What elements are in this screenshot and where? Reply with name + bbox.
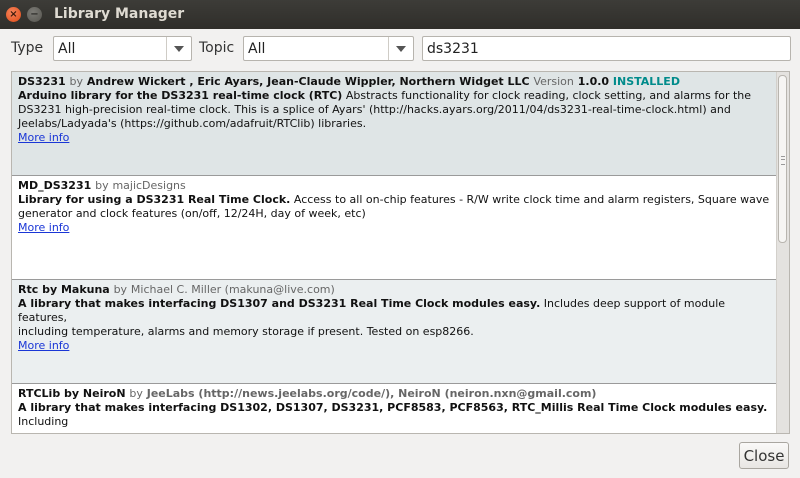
library-description: A library that makes interfacing DS1302,… — [18, 401, 771, 429]
topic-dropdown[interactable]: All — [243, 36, 414, 61]
library-item[interactable]: Rtc by Makuna by Michael C. Miller (maku… — [12, 280, 777, 384]
description-line: Jeelabs/Ladyada's (https://github.com/ad… — [18, 117, 367, 130]
title-bar: × − Library Manager — [0, 0, 800, 29]
library-description: Arduino library for the DS3231 real-time… — [18, 89, 771, 103]
description-line: Access to all on-chip features - R/W wri… — [290, 193, 770, 206]
library-header: Rtc by Makuna by Michael C. Miller (maku… — [18, 283, 771, 297]
by-label: by — [129, 387, 143, 400]
type-label: Type — [11, 40, 44, 56]
installed-badge: INSTALLED — [612, 75, 680, 88]
type-dropdown[interactable]: All — [53, 36, 192, 61]
scrollbar-thumb[interactable] — [778, 75, 787, 243]
library-name: Rtc by Makuna — [18, 283, 110, 296]
window-close-button[interactable]: × — [6, 7, 21, 22]
window-minimize-button[interactable]: − — [27, 7, 42, 22]
grip-icon — [781, 156, 785, 165]
more-info-link[interactable]: More info — [18, 339, 69, 352]
minimize-icon: − — [30, 9, 39, 20]
library-description: Library for using a DS3231 Real Time Clo… — [18, 193, 771, 207]
topic-label: Topic — [199, 40, 235, 56]
library-authors: Andrew Wickert , Eric Ayars, Jean-Claude… — [86, 75, 530, 88]
library-summary: A library that makes interfacing DS1307 … — [18, 297, 541, 310]
window-title: Library Manager — [54, 6, 185, 22]
close-button[interactable]: Close — [739, 442, 789, 469]
library-list: DS3231 by Andrew Wickert , Eric Ayars, J… — [11, 71, 790, 434]
library-summary: A library that makes interfacing DS1302,… — [18, 401, 768, 414]
library-item[interactable]: DS3231 by Andrew Wickert , Eric Ayars, J… — [12, 72, 777, 176]
type-dropdown-value: All — [58, 41, 76, 57]
vertical-scrollbar[interactable] — [776, 72, 789, 433]
library-item[interactable]: RTCLib by NeiroN by JeeLabs (http://news… — [12, 384, 777, 433]
library-version: 1.0.0 — [577, 75, 610, 88]
library-summary: Arduino library for the DS3231 real-time… — [18, 89, 343, 102]
library-authors: majicDesigns — [112, 179, 186, 192]
more-info-link[interactable]: More info — [18, 221, 69, 234]
library-description: A library that makes interfacing DS1307 … — [18, 297, 771, 325]
library-name: DS3231 — [18, 75, 66, 88]
library-authors: Michael C. Miller (makuna@live.com) — [130, 283, 335, 296]
close-icon: × — [9, 9, 18, 20]
library-header: DS3231 by Andrew Wickert , Eric Ayars, J… — [18, 75, 771, 89]
by-label: by — [95, 179, 109, 192]
library-authors: JeeLabs (http://news.jeelabs.org/code/),… — [146, 387, 597, 400]
version-label: Version — [533, 75, 574, 88]
description-line: including temperature, alarms and memory… — [18, 325, 474, 338]
by-label: by — [69, 75, 84, 88]
chevron-down-icon — [388, 37, 413, 60]
library-name: MD_DS3231 — [18, 179, 92, 192]
description-line: Abstracts functionality for clock readin… — [342, 89, 752, 102]
description-line: Including — [18, 415, 69, 428]
description-line: DS3231 high-precision real-time clock. T… — [18, 103, 731, 116]
description-line: generator and clock features (on/off, 12… — [18, 207, 366, 220]
library-name: RTCLib by NeiroN — [18, 387, 126, 400]
topic-dropdown-value: All — [248, 41, 266, 57]
library-item[interactable]: MD_DS3231 by majicDesigns Library for us… — [12, 176, 777, 280]
library-header: RTCLib by NeiroN by JeeLabs (http://news… — [18, 387, 771, 401]
by-label: by — [113, 283, 128, 296]
more-info-link[interactable]: More info — [18, 131, 69, 144]
chevron-down-icon — [166, 37, 191, 60]
library-header: MD_DS3231 by majicDesigns — [18, 179, 771, 193]
library-summary: Library for using a DS3231 Real Time Clo… — [18, 193, 291, 206]
search-input[interactable] — [422, 36, 791, 61]
